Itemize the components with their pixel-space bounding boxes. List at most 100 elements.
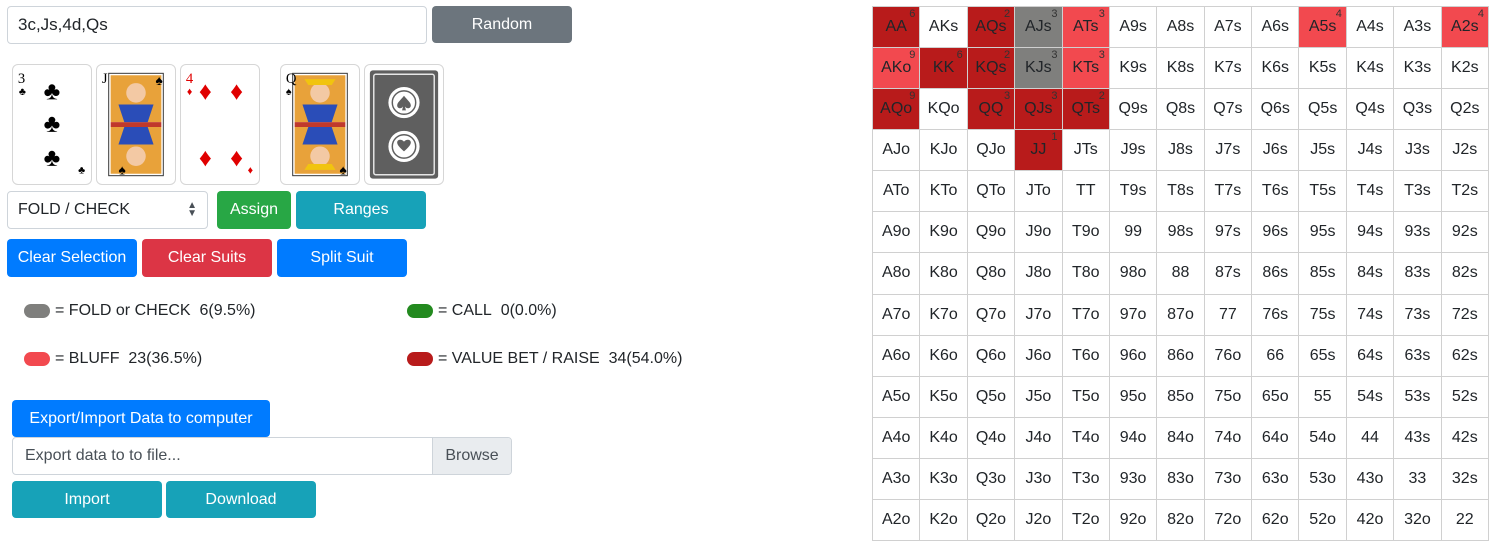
hand-cell[interactable]: K3o xyxy=(920,458,968,500)
hand-cell[interactable]: K2s xyxy=(1441,48,1489,90)
hand-cell[interactable]: 62s xyxy=(1441,335,1489,377)
hand-cell[interactable]: 94o xyxy=(1109,417,1158,459)
hand-cell[interactable]: A4o xyxy=(873,417,921,459)
hand-cell[interactable]: T4o xyxy=(1062,417,1110,459)
hand-cell[interactable]: K2o xyxy=(920,499,968,541)
hand-cell[interactable]: 86s xyxy=(1252,253,1300,295)
hand-cell[interactable]: QJo xyxy=(967,130,1016,172)
hand-cell[interactable]: J3s xyxy=(1394,130,1442,172)
hand-cell[interactable]: T7o xyxy=(1062,294,1110,336)
hand-cell[interactable]: KJo xyxy=(920,130,968,172)
ranges-button[interactable]: Ranges xyxy=(296,191,426,229)
hand-cell[interactable]: J2s xyxy=(1441,130,1489,172)
hand-cell[interactable]: K5o xyxy=(920,376,968,418)
hand-cell[interactable]: K4o xyxy=(920,417,968,459)
hand-cell[interactable]: K4s xyxy=(1346,48,1395,90)
hand-cell[interactable]: TT xyxy=(1062,171,1110,213)
hand-cell[interactable]: 64s xyxy=(1346,335,1395,377)
action-select[interactable]: FOLD / CHECK ▲ ▼ xyxy=(7,191,208,229)
clear-suits-button[interactable]: Clear Suits xyxy=(142,239,272,277)
hand-cell[interactable]: 86o xyxy=(1157,335,1205,377)
hand-cell[interactable]: ATs 3 xyxy=(1062,7,1110,49)
hand-cell[interactable]: K7o xyxy=(920,294,968,336)
hand-cell[interactable]: A5s 4 xyxy=(1299,7,1347,49)
hand-cell[interactable]: 54o xyxy=(1299,417,1347,459)
hand-cell[interactable]: KJs 3 xyxy=(1015,48,1063,90)
hand-cell[interactable]: KQs 2 xyxy=(967,48,1016,90)
hand-cell[interactable]: 83s xyxy=(1394,253,1442,295)
hand-cell[interactable]: 72o xyxy=(1204,499,1253,541)
board-card-3[interactable]: 4 ♦ ♦ ♦ ♦ ♦ ♦ xyxy=(180,64,260,185)
hand-cell[interactable]: 92s xyxy=(1441,212,1489,254)
hand-cell[interactable]: Q9o xyxy=(967,212,1016,254)
hand-cell[interactable]: 72s xyxy=(1441,294,1489,336)
clear-selection-button[interactable]: Clear Selection xyxy=(7,239,137,277)
hand-cell[interactable]: A7s xyxy=(1204,7,1253,49)
hand-cell[interactable]: 96s xyxy=(1252,212,1300,254)
hand-cell[interactable]: 99 xyxy=(1109,212,1158,254)
hand-cell[interactable]: 42o xyxy=(1346,499,1395,541)
board-card-4[interactable]: Q ♠ ♠ xyxy=(280,64,360,185)
hand-cell[interactable]: Q6o xyxy=(967,335,1016,377)
hand-cell[interactable]: J6o xyxy=(1015,335,1063,377)
hand-cell[interactable]: T9o xyxy=(1062,212,1110,254)
hand-cell[interactable]: Q4s xyxy=(1346,89,1395,131)
hand-cell[interactable]: 65s xyxy=(1299,335,1347,377)
hand-cell[interactable]: 76s xyxy=(1252,294,1300,336)
hand-cell[interactable]: 52o xyxy=(1299,499,1347,541)
hand-cell[interactable]: 74s xyxy=(1346,294,1395,336)
hand-cell[interactable]: K9s xyxy=(1109,48,1158,90)
hand-cell[interactable]: A3s xyxy=(1394,7,1442,49)
hand-cell[interactable]: 53s xyxy=(1394,376,1442,418)
hand-cell[interactable]: 43s xyxy=(1394,417,1442,459)
hand-cell[interactable]: T5s xyxy=(1299,171,1347,213)
board-input[interactable] xyxy=(7,6,427,44)
download-button[interactable]: Download xyxy=(166,481,316,518)
hand-cell[interactable]: K3s xyxy=(1394,48,1442,90)
hand-cell[interactable]: 95o xyxy=(1109,376,1158,418)
hand-cell[interactable]: J6s xyxy=(1252,130,1300,172)
hand-cell[interactable]: 85o xyxy=(1157,376,1205,418)
hand-cell[interactable]: 32o xyxy=(1394,499,1442,541)
hand-cell[interactable]: 64o xyxy=(1252,417,1300,459)
hand-cell[interactable]: Q4o xyxy=(967,417,1016,459)
hand-cell[interactable]: J4s xyxy=(1346,130,1395,172)
hand-cell[interactable]: T6s xyxy=(1252,171,1300,213)
hand-cell[interactable]: 98s xyxy=(1157,212,1205,254)
hand-cell[interactable]: J5s xyxy=(1299,130,1347,172)
split-suit-button[interactable]: Split Suit xyxy=(277,239,407,277)
hand-cell[interactable]: 65o xyxy=(1252,376,1300,418)
hand-cell[interactable]: 63s xyxy=(1394,335,1442,377)
import-button[interactable]: Import xyxy=(12,481,162,518)
hand-cell[interactable]: 92o xyxy=(1109,499,1158,541)
hand-cell[interactable]: K7s xyxy=(1204,48,1253,90)
hand-cell[interactable]: K5s xyxy=(1299,48,1347,90)
hand-cell[interactable]: T8s xyxy=(1157,171,1205,213)
hand-cell[interactable]: 73o xyxy=(1204,458,1253,500)
hand-cell[interactable]: 97o xyxy=(1109,294,1158,336)
hand-cell[interactable]: 55 xyxy=(1299,376,1347,418)
hand-cell[interactable]: T3o xyxy=(1062,458,1110,500)
hand-cell[interactable]: AKs xyxy=(920,7,968,49)
hand-cell[interactable]: QTo xyxy=(967,171,1016,213)
hand-cell[interactable]: Q7o xyxy=(967,294,1016,336)
hand-cell[interactable]: A5o xyxy=(873,376,921,418)
hand-cell[interactable]: 84o xyxy=(1157,417,1205,459)
hand-cell[interactable]: J8o xyxy=(1015,253,1063,295)
card-back[interactable] xyxy=(364,64,444,185)
hand-cell[interactable]: J7o xyxy=(1015,294,1063,336)
hand-cell[interactable]: A9o xyxy=(873,212,921,254)
hand-cell[interactable]: 87o xyxy=(1157,294,1205,336)
hand-cell[interactable]: A3o xyxy=(873,458,921,500)
hand-cell[interactable]: Q5s xyxy=(1299,89,1347,131)
file-input[interactable]: Export data to to file... Browse xyxy=(12,437,512,475)
hand-cell[interactable]: Q3o xyxy=(967,458,1016,500)
hand-cell[interactable]: J3o xyxy=(1015,458,1063,500)
hand-cell[interactable]: K6o xyxy=(920,335,968,377)
hand-cell[interactable]: AKo 9 xyxy=(873,48,921,90)
hand-cell[interactable]: 82o xyxy=(1157,499,1205,541)
hand-cell[interactable]: T2s xyxy=(1441,171,1489,213)
hand-cell[interactable]: J9o xyxy=(1015,212,1063,254)
export-import-button[interactable]: Export/Import Data to computer xyxy=(12,400,270,437)
hand-cell[interactable]: KQo xyxy=(920,89,968,131)
